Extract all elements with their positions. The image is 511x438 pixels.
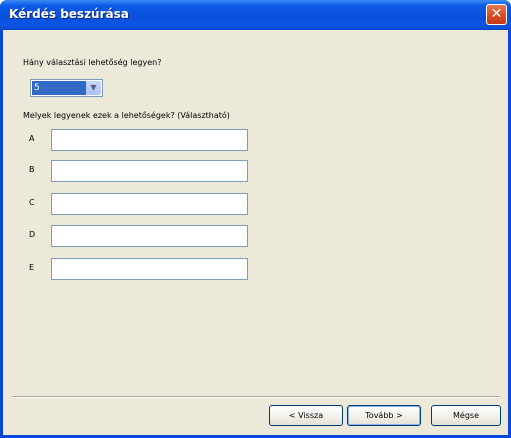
option-c-input[interactable]: [51, 193, 248, 215]
option-e-input[interactable]: [51, 258, 248, 280]
window-title: Kérdés beszúrása: [9, 7, 129, 21]
next-button[interactable]: Tovább >: [347, 405, 421, 426]
option-letter: C: [29, 198, 35, 207]
option-d-input[interactable]: [51, 225, 248, 247]
close-icon: ✕: [490, 6, 503, 22]
title-bar[interactable]: Kérdés beszúrása ✕: [0, 0, 511, 30]
choice-count-label: Hány választási lehetőség legyen?: [23, 58, 162, 67]
close-button[interactable]: ✕: [486, 4, 507, 25]
back-button[interactable]: < Vissza: [269, 405, 343, 426]
option-letter: B: [29, 165, 35, 174]
footer-divider: [12, 396, 500, 398]
choice-count-select[interactable]: 5 ▼: [30, 79, 103, 97]
dialog-window: Kérdés beszúrása ✕ Hány választási lehet…: [0, 0, 511, 438]
options-label: Melyek legyenek ezek a lehetőségek? (Vál…: [23, 111, 230, 120]
cancel-button[interactable]: Mégse: [431, 405, 501, 426]
choice-count-value: 5: [32, 81, 86, 95]
option-a-input[interactable]: [51, 129, 248, 151]
option-letter: E: [29, 263, 35, 272]
option-letter: A: [29, 134, 35, 143]
option-b-input[interactable]: [51, 160, 248, 182]
option-letter: D: [29, 230, 36, 239]
chevron-down-icon[interactable]: ▼: [86, 81, 101, 95]
dialog-body: Hány választási lehetőség legyen? 5 ▼ Me…: [3, 30, 508, 435]
